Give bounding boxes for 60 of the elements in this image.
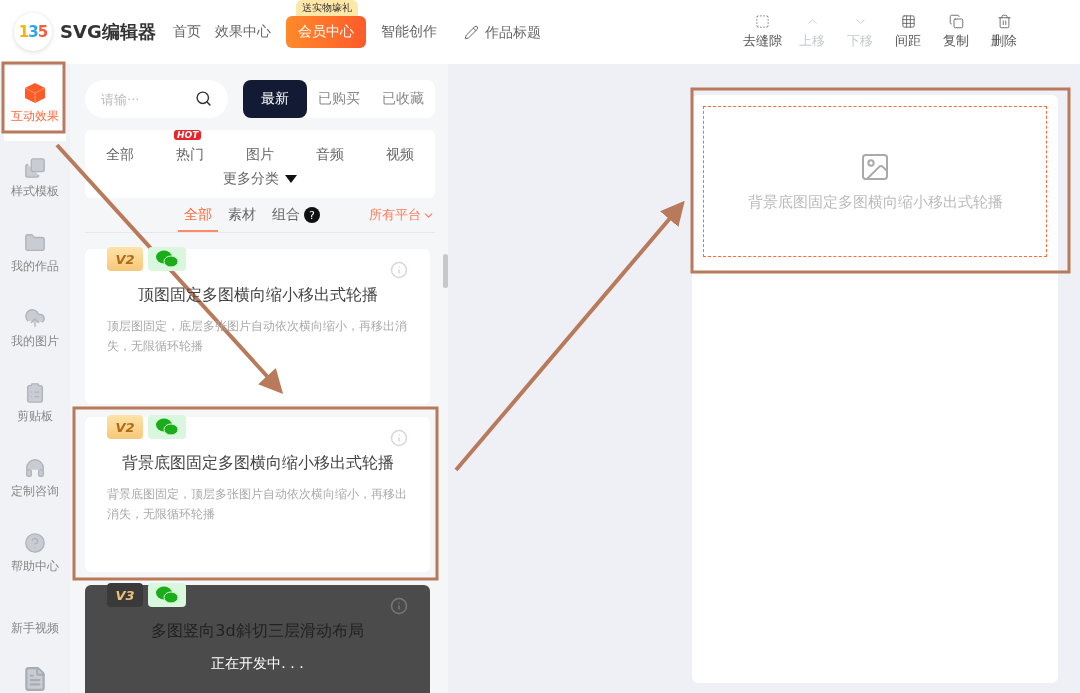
card-title: 背景底图固定多图横向缩小移出式轮播 bbox=[121, 453, 394, 474]
sidebar-item[interactable]: 我的图片 bbox=[4, 291, 66, 366]
category-link[interactable]: 视频 bbox=[386, 146, 414, 164]
nav-link[interactable]: 效果中心 bbox=[214, 23, 271, 41]
sidebar-item[interactable]: 剪贴板 bbox=[4, 366, 66, 441]
image-icon bbox=[859, 151, 891, 183]
help-icon: ? bbox=[304, 207, 320, 223]
wechat-icon bbox=[155, 417, 179, 437]
nav-link[interactable]: 首页 bbox=[172, 23, 201, 41]
sidebar-icon bbox=[24, 382, 46, 404]
sidebar-item[interactable]: 帮助中心 bbox=[4, 516, 66, 591]
dropdown-icon bbox=[285, 175, 297, 183]
toolbar-button[interactable]: 复制 bbox=[934, 14, 978, 50]
sidebar-icon bbox=[24, 232, 46, 254]
toolbar-button[interactable]: 删除 bbox=[982, 14, 1026, 50]
cube-icon bbox=[24, 82, 46, 104]
filter-tab[interactable]: 组合 ? bbox=[266, 206, 326, 232]
document-icon bbox=[22, 666, 48, 692]
version-badge: V3 bbox=[107, 583, 143, 607]
nav-link[interactable]: 智能创作 bbox=[380, 23, 437, 41]
category-link[interactable]: 图片 bbox=[246, 146, 274, 164]
version-badge: V2 bbox=[107, 247, 143, 271]
in-development-text: 正在开发中. . . bbox=[210, 655, 305, 673]
toolbar-button[interactable]: 去缝隙 bbox=[739, 14, 786, 50]
title-field[interactable]: 作品标题 bbox=[484, 24, 575, 40]
tab[interactable]: 已购买 bbox=[307, 80, 371, 118]
category-link[interactable]: 热门 bbox=[176, 146, 204, 164]
promo-badge: 送实物壕礼 bbox=[295, 0, 358, 16]
filter-tab[interactable]: 素材 bbox=[222, 206, 262, 232]
copy-icon bbox=[948, 14, 964, 29]
effect-card[interactable]: V2 背景底图固定多图横向缩小移出式轮播 背景底图固定，顶层多张图片自动依次横向缩小，再移出消失，无限循环轮播 bbox=[85, 417, 430, 572]
grid-icon bbox=[900, 14, 916, 29]
tab[interactable]: 已收藏 bbox=[371, 80, 435, 118]
sidebar-item[interactable]: 样式模板 bbox=[4, 141, 66, 216]
info-icon[interactable] bbox=[390, 597, 408, 615]
category-link[interactable]: 全部 bbox=[106, 146, 134, 164]
sidebar-icon bbox=[24, 157, 46, 179]
trash-icon bbox=[996, 14, 1012, 29]
sidebar-item[interactable]: 新手视频 bbox=[4, 591, 66, 666]
wechat-icon bbox=[155, 585, 179, 605]
category-link[interactable]: 音频 bbox=[316, 146, 344, 164]
search-field[interactable]: 请输··· bbox=[85, 80, 228, 118]
more-categories-link[interactable]: 更多分类 bbox=[223, 170, 297, 188]
gap-icon bbox=[755, 14, 770, 29]
version-badge: V2 bbox=[107, 415, 143, 439]
component-label: 背景底图固定多图横向缩小移出式轮播 bbox=[747, 193, 1003, 212]
scrollbar-thumb[interactable] bbox=[443, 254, 448, 288]
pencil-icon bbox=[463, 24, 479, 40]
search-icon bbox=[195, 90, 212, 107]
wechat-icon bbox=[155, 249, 179, 269]
hot-badge: HOT bbox=[174, 130, 202, 140]
sidebar-item[interactable]: 定制咨询 bbox=[4, 441, 66, 516]
tab[interactable]: 最新 bbox=[243, 80, 307, 118]
sidebar-icon bbox=[24, 457, 46, 479]
card-description: 背景底图固定，顶层多张图片自动依次横向缩小，再移出消失，无限循环轮播 bbox=[106, 486, 408, 523]
toolbar-button[interactable]: 间距 bbox=[886, 14, 930, 50]
sidebar-item[interactable]: 我的作品 bbox=[4, 216, 66, 291]
app-name: SVG编辑器 bbox=[60, 20, 156, 44]
sidebar-icon bbox=[24, 532, 46, 554]
sidebar-icon bbox=[24, 307, 46, 329]
